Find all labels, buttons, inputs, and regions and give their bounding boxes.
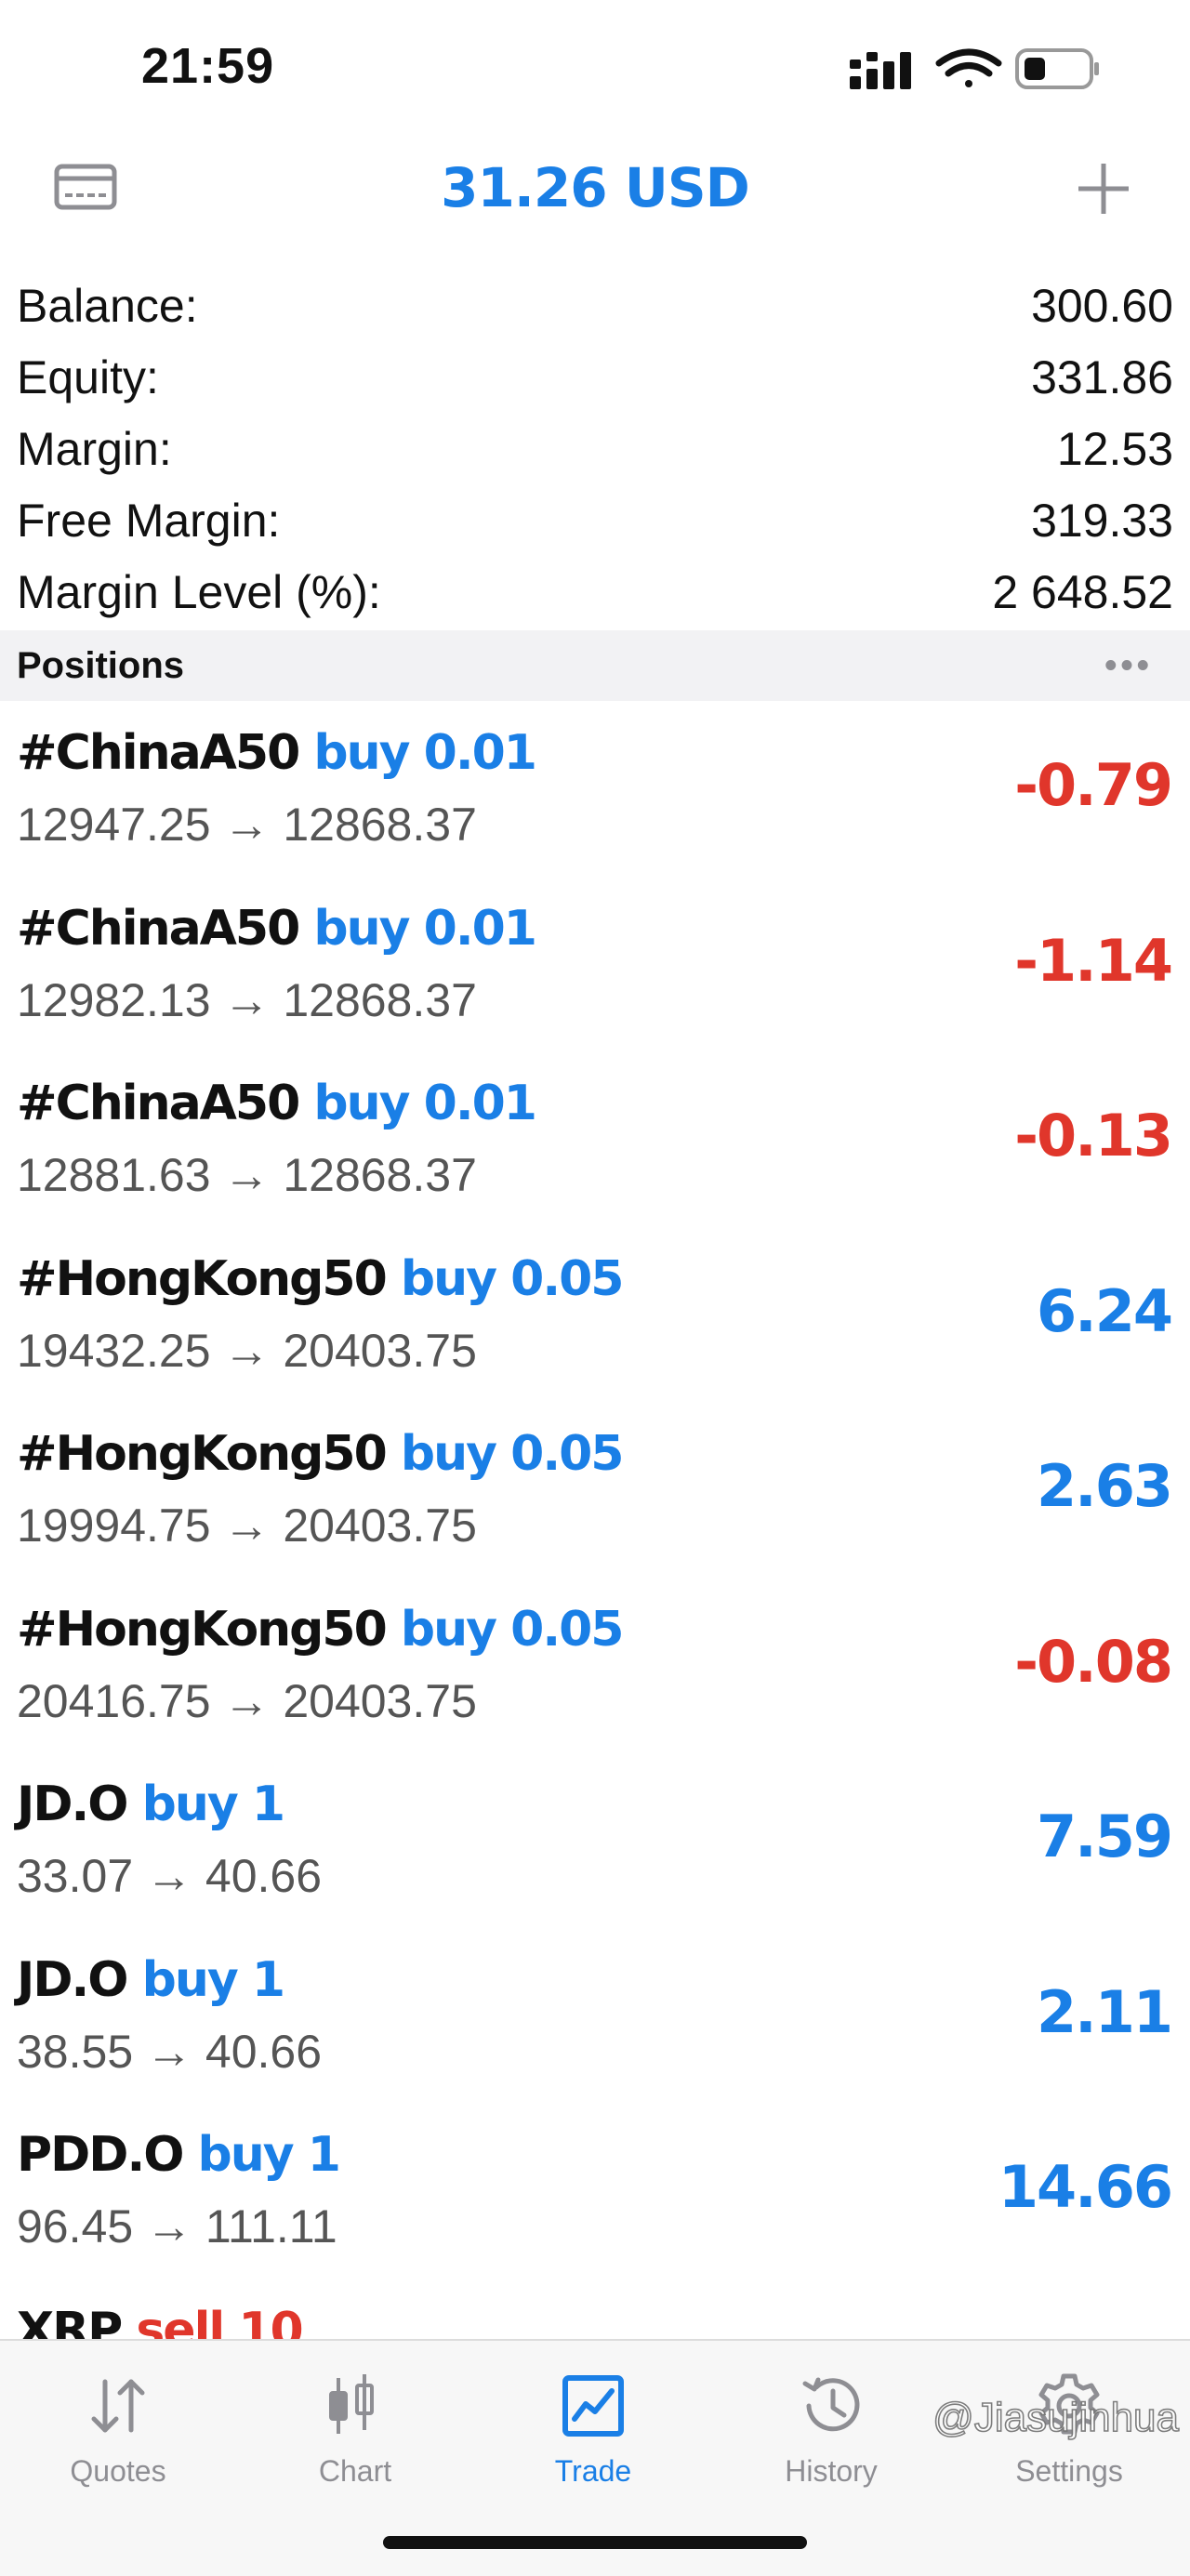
more-icon[interactable]: ••• <box>1104 646 1153 686</box>
home-indicator[interactable] <box>383 2536 807 2549</box>
position-row[interactable]: #HongKong50 buy 0.05 19994.75 → 20403.75… <box>0 1402 1190 1578</box>
position-side: buy 1 <box>141 1951 285 2008</box>
summary-row-equity: Equity: 331.86 <box>17 341 1173 413</box>
summary-row-free-margin: Free Margin: 319.33 <box>17 484 1173 556</box>
tab-label: Settings <box>1015 2454 1123 2488</box>
summary-row-balance: Balance: 300.60 <box>17 270 1173 341</box>
position-profit: 6.24 <box>1037 1276 1173 1345</box>
position-side: buy 1 <box>141 1777 285 1832</box>
position-side: buy 0.01 <box>313 1076 537 1131</box>
positions-header: Positions ••• <box>0 630 1190 701</box>
position-symbol: #HongKong50 <box>17 1601 388 1658</box>
positions-list: #ChinaA50 buy 0.01 12947.25 → 12868.37 -… <box>0 701 1190 2453</box>
position-side: buy 0.05 <box>400 1426 625 1482</box>
position-side: buy 1 <box>197 2127 341 2183</box>
summary-value: 2 648.52 <box>992 565 1173 618</box>
trade-icon <box>562 2375 624 2437</box>
wifi-icon <box>935 48 1002 87</box>
position-row[interactable]: #HongKong50 buy 0.05 20416.75 → 20403.75… <box>0 1578 1190 1753</box>
summary-value: 319.33 <box>1031 494 1173 547</box>
summary-value: 12.53 <box>1056 422 1173 475</box>
position-side: buy 0.01 <box>313 900 537 957</box>
tab-quotes[interactable]: Quotes <box>25 2369 211 2489</box>
position-profit: -0.79 <box>1014 751 1173 819</box>
position-profit: 2.63 <box>1037 1452 1173 1520</box>
status-icons <box>850 48 1099 89</box>
position-symbol: #ChinaA50 <box>17 900 300 957</box>
position-profit: -0.13 <box>1014 1102 1173 1169</box>
position-prices: 19432.25 → 20403.75 <box>17 1324 477 1377</box>
position-symbol: PDD.O <box>17 2127 184 2183</box>
tab-label: History <box>785 2454 878 2488</box>
tab-label: Chart <box>318 2454 392 2488</box>
position-symbol: #ChinaA50 <box>17 1076 300 1131</box>
positions-title: Positions <box>17 644 185 686</box>
position-prices: 19994.75 → 20403.75 <box>17 1499 477 1552</box>
tab-trade[interactable]: Trade <box>500 2369 686 2489</box>
position-row[interactable]: JD.O buy 1 38.55 → 40.66 2.11 <box>0 1928 1190 2104</box>
position-symbol: JD.O <box>17 1951 128 2008</box>
position-prices: 96.45 → 111.11 <box>17 2200 337 2252</box>
position-prices: 20416.75 → 20403.75 <box>17 1674 477 1727</box>
watermark: @Jiasujinhua <box>932 2394 1179 2441</box>
summary-row-margin: Margin: 12.53 <box>17 413 1173 484</box>
summary-value: 331.86 <box>1031 350 1173 403</box>
summary-label: Free Margin: <box>17 494 281 547</box>
position-side: buy 0.05 <box>400 1601 625 1658</box>
tab-label: Trade <box>554 2454 632 2488</box>
tab-chart[interactable]: Chart <box>262 2369 448 2489</box>
history-icon <box>802 2377 860 2432</box>
summary-label: Margin: <box>17 422 172 475</box>
position-profit: -1.14 <box>1014 926 1173 995</box>
battery-icon <box>1015 48 1099 89</box>
position-row[interactable]: #ChinaA50 buy 0.01 12947.25 → 12868.37 -… <box>0 701 1190 877</box>
position-row[interactable]: PDD.O buy 1 96.45 → 111.11 14.66 <box>0 2103 1190 2279</box>
position-prices: 33.07 → 40.66 <box>17 1850 323 1902</box>
position-prices: 38.55 → 40.66 <box>17 2025 323 2078</box>
account-summary: Balance: 300.60 Equity: 331.86 Margin: 1… <box>17 270 1173 627</box>
position-row[interactable]: #HongKong50 buy 0.05 19432.25 → 20403.75… <box>0 1227 1190 1403</box>
summary-row-margin-level: Margin Level (%): 2 648.52 <box>17 556 1173 627</box>
signal-icon <box>850 52 911 89</box>
summary-label: Equity: <box>17 350 159 403</box>
position-prices: 12947.25 → 12868.37 <box>17 799 477 851</box>
tab-label: Quotes <box>70 2454 166 2488</box>
position-row[interactable]: #ChinaA50 buy 0.01 12982.13 → 12868.37 -… <box>0 877 1190 1052</box>
position-symbol: #HongKong50 <box>17 1250 388 1307</box>
position-symbol: JD.O <box>17 1777 128 1832</box>
position-profit: 14.66 <box>998 2153 1173 2221</box>
summary-label: Margin Level (%): <box>17 565 381 618</box>
position-row[interactable]: #ChinaA50 buy 0.01 12881.63 → 12868.37 -… <box>0 1051 1190 1227</box>
position-prices: 12982.13 → 12868.37 <box>17 973 477 1026</box>
position-profit: -0.08 <box>1014 1627 1173 1696</box>
tab-history[interactable]: History <box>738 2369 924 2489</box>
profit-title: 31.26 USD <box>441 156 750 219</box>
chart-icon <box>329 2374 374 2434</box>
position-profit: 7.59 <box>1037 1803 1173 1870</box>
position-profit: 2.11 <box>1037 1977 1173 2046</box>
summary-value: 300.60 <box>1031 279 1173 332</box>
position-row[interactable]: JD.O buy 1 33.07 → 40.66 7.59 <box>0 1752 1190 1928</box>
status-time: 21:59 <box>141 38 275 94</box>
plus-icon[interactable] <box>1075 160 1132 218</box>
position-symbol: #ChinaA50 <box>17 725 300 781</box>
summary-label: Balance: <box>17 279 198 332</box>
position-prices: 12881.63 → 12868.37 <box>17 1149 477 1201</box>
position-symbol: #HongKong50 <box>17 1426 388 1482</box>
quotes-icon <box>91 2379 145 2433</box>
position-side: buy 0.05 <box>400 1250 625 1307</box>
position-side: buy 0.01 <box>313 725 537 781</box>
